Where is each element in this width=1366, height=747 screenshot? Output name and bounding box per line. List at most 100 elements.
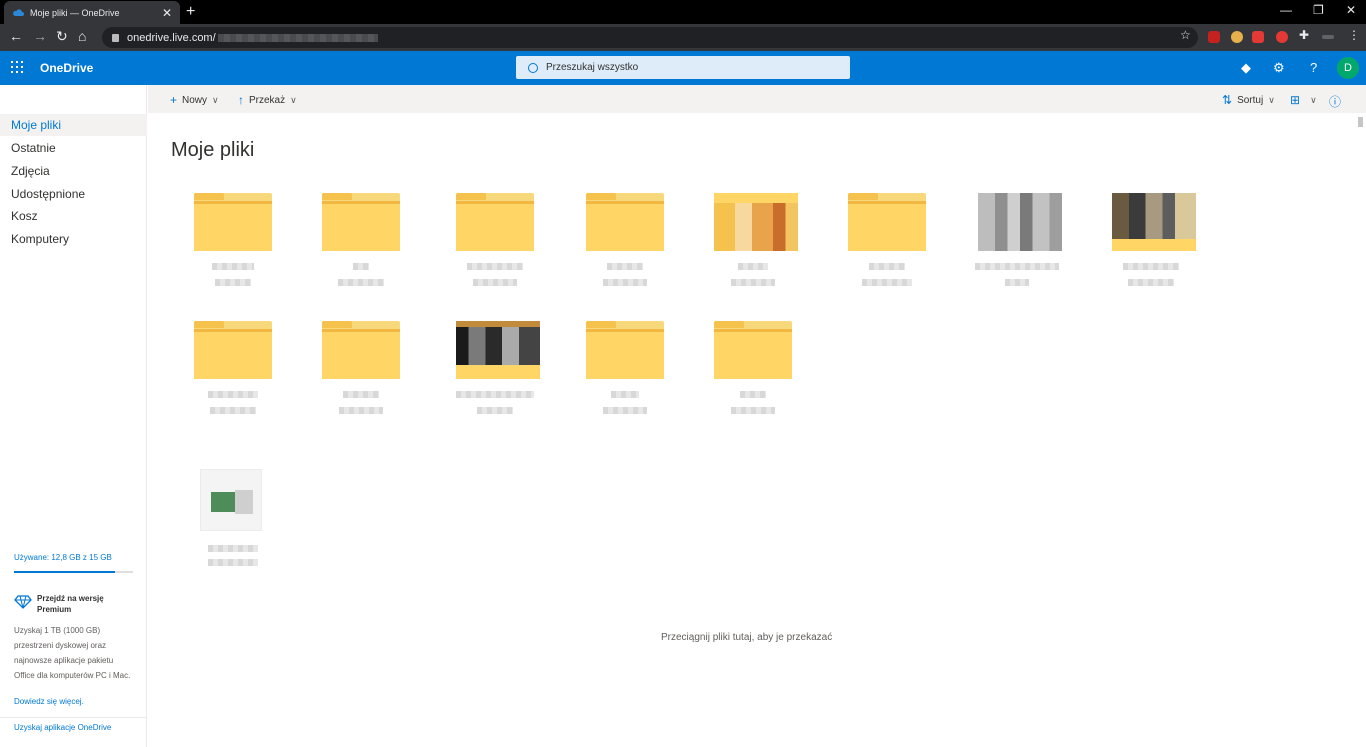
folder-meta-redacted (450, 407, 540, 415)
app-launcher-icon[interactable] (11, 61, 23, 73)
video-extension-icon[interactable] (1276, 31, 1288, 43)
info-icon: ⓘ (1329, 95, 1342, 109)
folder-thumbnail-image (714, 193, 798, 251)
search-box[interactable]: Przeszukaj wszystko (516, 56, 850, 79)
url-host: onedrive.live.com/ (127, 31, 216, 44)
folder-tile[interactable] (708, 185, 798, 295)
premium-diamond-icon[interactable]: ◆ (1241, 60, 1251, 76)
close-window-button[interactable]: ✕ (1346, 3, 1356, 17)
browser-toolbar: ← → ↻ ⌂ onedrive.live.com/ ☆ ✚ ⋮ (0, 24, 1366, 51)
file-name-redacted (972, 263, 1062, 271)
settings-gear-icon[interactable]: ⚙ (1273, 60, 1285, 76)
tab-title: Moje pliki — OneDrive (30, 7, 120, 18)
extension-icon[interactable] (1231, 31, 1243, 43)
profile-icon[interactable] (1322, 35, 1334, 39)
info-pane-button[interactable]: ⓘ (1329, 93, 1346, 110)
folder-icon (322, 193, 400, 251)
bookmark-star-icon[interactable]: ☆ (1180, 28, 1191, 42)
folder-tile[interactable] (188, 185, 278, 295)
nav-item-my-files[interactable]: Moje pliki (0, 114, 147, 136)
left-navigation: Moje pliki Ostatnie Zdjęcia Udostępnione… (0, 85, 147, 747)
sort-label: Sortuj (1237, 94, 1264, 106)
chevron-down-icon: ∨ (1310, 94, 1317, 105)
nav-item-shared[interactable]: Udostępnione (0, 183, 147, 205)
folder-name-redacted (450, 263, 540, 271)
restore-button[interactable]: ❐ (1313, 3, 1324, 17)
minimize-button[interactable]: — (1280, 3, 1292, 17)
reload-icon[interactable]: ↻ (56, 28, 68, 45)
folder-icon (586, 193, 664, 251)
app-header: OneDrive Przeszukaj wszystko ◆ ⚙ ? D (0, 51, 1366, 85)
folder-tile[interactable] (316, 313, 406, 423)
nav-item-recent[interactable]: Ostatnie (0, 137, 147, 159)
onedrive-cloud-icon (13, 8, 24, 16)
file-tile[interactable] (188, 461, 278, 571)
folder-icon (586, 321, 664, 379)
storage-quota-text[interactable]: Używane: 12,8 GB z 15 GB (14, 553, 112, 562)
address-bar[interactable]: onedrive.live.com/ (102, 27, 1198, 48)
folder-meta-redacted (450, 279, 540, 287)
folder-name-redacted (708, 263, 798, 271)
folder-meta-redacted (708, 407, 798, 415)
home-icon[interactable]: ⌂ (78, 28, 86, 44)
folder-meta-redacted (708, 279, 798, 287)
storage-quota-bar (14, 571, 133, 573)
ublock-extension-icon[interactable] (1208, 31, 1220, 43)
avatar[interactable]: D (1337, 57, 1359, 79)
image-file-tile[interactable] (972, 185, 1062, 295)
premium-title: Przejdź na wersję Premium (37, 594, 104, 614)
app-brand[interactable]: OneDrive (40, 61, 93, 75)
premium-diamond-icon (14, 595, 32, 609)
premium-description: Uzyskaj 1 TB (1000 GB) przestrzeni dysko… (14, 626, 131, 680)
folder-meta-redacted (842, 279, 932, 287)
learn-more-link[interactable]: Dowiedz się więcej. (14, 697, 84, 706)
get-apps-link[interactable]: Uzyskaj aplikacje OneDrive (14, 723, 111, 732)
folder-name-redacted (708, 391, 798, 399)
search-icon (528, 62, 538, 73)
folder-icon (714, 321, 792, 379)
page-title: Moje pliki (171, 139, 255, 161)
languagetool-extension-icon[interactable] (1252, 31, 1264, 43)
new-label: Nowy (182, 94, 208, 106)
chevron-down-icon: ∨ (1268, 94, 1275, 105)
folder-tile[interactable] (842, 185, 932, 295)
tab-close-icon[interactable]: ✕ (162, 6, 172, 20)
folder-icon (848, 193, 926, 251)
sort-button[interactable]: ⇅ Sortuj ∨ (1222, 93, 1275, 107)
help-icon[interactable]: ? (1310, 60, 1317, 75)
folder-meta-redacted (188, 407, 278, 415)
upload-button[interactable]: ↑ Przekaż ∨ (238, 93, 297, 107)
browser-menu-icon[interactable]: ⋮ (1348, 28, 1360, 42)
folder-tile[interactable] (708, 313, 798, 423)
nav-item-recycle-bin[interactable]: Kosz (0, 205, 147, 227)
folder-tile[interactable] (450, 313, 540, 423)
folder-name-redacted (188, 263, 278, 271)
folder-tile[interactable] (316, 185, 406, 295)
drop-files-hint: Przeciągnij pliki tutaj, aby je przekaza… (661, 632, 833, 643)
folder-name-redacted (450, 391, 540, 399)
upload-label: Przekaż (249, 94, 286, 106)
folder-meta-redacted (580, 407, 670, 415)
new-button[interactable]: + Nowy ∨ (170, 93, 219, 107)
content-scrollbar[interactable] (1356, 113, 1366, 747)
folder-tile[interactable] (188, 313, 278, 423)
extensions-puzzle-icon[interactable]: ✚ (1299, 28, 1309, 42)
nav-item-pcs[interactable]: Komputery (0, 228, 147, 250)
folder-name-redacted (188, 391, 278, 399)
file-meta-redacted (188, 559, 278, 567)
search-placeholder: Przeszukaj wszystko (546, 62, 639, 73)
browser-tab[interactable]: Moje pliki — OneDrive ✕ (4, 1, 180, 24)
folder-icon (194, 193, 272, 251)
folder-name-redacted (842, 263, 932, 271)
folder-name-redacted (580, 391, 670, 399)
folder-tile[interactable] (580, 185, 670, 295)
new-tab-button[interactable]: + (186, 3, 195, 21)
back-arrow-icon[interactable]: ← (9, 28, 23, 44)
folder-tile[interactable] (450, 185, 540, 295)
folder-tile[interactable] (1106, 185, 1196, 295)
folder-tile[interactable] (580, 313, 670, 423)
forward-arrow-icon[interactable]: → (33, 28, 47, 44)
nav-item-photos[interactable]: Zdjęcia (0, 160, 147, 182)
view-options-button[interactable]: ⊞ ∨ (1290, 93, 1317, 107)
folder-icon (456, 193, 534, 251)
